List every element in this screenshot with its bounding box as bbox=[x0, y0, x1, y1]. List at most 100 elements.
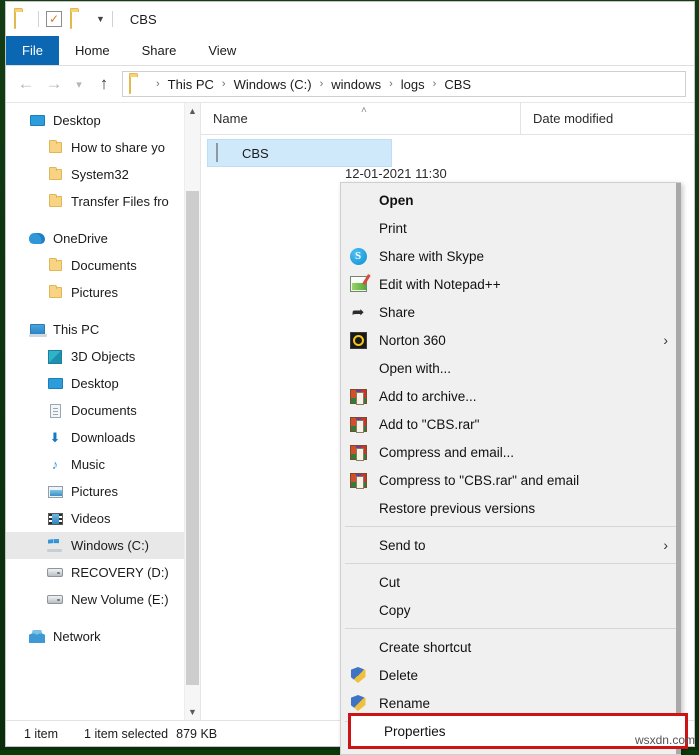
menu-item-compress-to-cbs-rar-and-email[interactable]: Compress to "CBS.rar" and email bbox=[341, 466, 680, 494]
tab-view[interactable]: View bbox=[192, 36, 252, 65]
sidebar-item-3d-objects[interactable]: 3D Objects bbox=[6, 343, 200, 370]
menu-item-restore-previous-versions[interactable]: Restore previous versions bbox=[341, 494, 680, 522]
menu-item-open-with[interactable]: Open with... bbox=[341, 354, 680, 382]
breadcrumb-windows-c[interactable]: Windows (C:) bbox=[232, 77, 314, 92]
sidebar-item-transfer-files[interactable]: Transfer Files fro bbox=[6, 188, 200, 215]
submenu-chevron-right-icon: › bbox=[663, 332, 668, 348]
pictures-icon bbox=[46, 483, 64, 501]
back-arrow-icon[interactable]: ← bbox=[12, 70, 40, 98]
menu-item-label: Send to bbox=[379, 537, 426, 553]
tab-home[interactable]: Home bbox=[59, 36, 126, 65]
sidebar-item-onedrive-documents[interactable]: Documents bbox=[6, 252, 200, 279]
sidebar-item-label: This PC bbox=[53, 322, 100, 337]
quick-access-chevron-down-icon[interactable]: ▼ bbox=[96, 14, 105, 24]
status-size: 879 KB bbox=[176, 726, 218, 741]
status-selection: 1 item selected bbox=[84, 726, 169, 741]
sidebar-item-desktop[interactable]: Desktop bbox=[6, 107, 200, 134]
sidebar-item-music[interactable]: ♪ Music bbox=[6, 451, 200, 478]
menu-item-copy[interactable]: Copy bbox=[341, 596, 680, 624]
sidebar-item-downloads[interactable]: ⬇ Downloads bbox=[6, 424, 200, 451]
sidebar-item-this-pc[interactable]: This PC bbox=[6, 316, 200, 343]
sidebar-item-desktop-pc[interactable]: Desktop bbox=[6, 370, 200, 397]
menu-item-open[interactable]: Open bbox=[341, 186, 680, 214]
tab-file[interactable]: File bbox=[6, 36, 59, 65]
sidebar-item-pictures[interactable]: Pictures bbox=[6, 478, 200, 505]
menu-item-delete[interactable]: Delete bbox=[341, 661, 680, 689]
sidebar-item-label: Windows (C:) bbox=[71, 538, 150, 553]
column-header-date-modified[interactable]: Date modified bbox=[521, 103, 613, 134]
folder-icon bbox=[46, 139, 64, 157]
cut-icon bbox=[347, 572, 369, 592]
music-icon: ♪ bbox=[51, 457, 59, 472]
column-header-date-label: Date modified bbox=[533, 111, 614, 126]
create-shortcut-icon bbox=[347, 637, 369, 657]
menu-item-add-to-cbs-rar[interactable]: Add to "CBS.rar" bbox=[341, 410, 680, 438]
sidebar-item-label: Downloads bbox=[71, 430, 136, 445]
breadcrumb-separator: › bbox=[432, 78, 437, 90]
sidebar-item-onedrive[interactable]: OneDrive bbox=[6, 225, 200, 252]
menu-item-share-with-skype[interactable]: S Share with Skype bbox=[341, 242, 680, 270]
winrar-icon bbox=[347, 386, 369, 406]
sidebar-item-new-volume-e[interactable]: New Volume (E:) bbox=[6, 586, 200, 613]
table-row[interactable]: CBS bbox=[207, 139, 392, 167]
quick-access-divider bbox=[38, 11, 39, 27]
menu-item-label: Copy bbox=[379, 602, 411, 618]
sidebar-item-network[interactable]: Network bbox=[6, 623, 200, 650]
open-with-icon bbox=[347, 358, 369, 378]
recent-locations-chevron-down-icon[interactable]: ▾ bbox=[68, 70, 90, 98]
breadcrumb-logs[interactable]: logs bbox=[399, 77, 427, 92]
menu-item-share[interactable]: ➦ Share bbox=[341, 298, 680, 326]
menu-item-create-shortcut[interactable]: Create shortcut bbox=[341, 633, 680, 661]
menu-item-cut[interactable]: Cut bbox=[341, 568, 680, 596]
winrar-icon bbox=[347, 470, 369, 490]
windows-drive-icon bbox=[46, 537, 64, 555]
breadcrumb-windows[interactable]: windows bbox=[329, 77, 383, 92]
scrollbar-thumb[interactable] bbox=[186, 191, 199, 685]
sidebar-item-label: Documents bbox=[71, 258, 137, 273]
address-bar[interactable]: › This PC › Windows (C:) › windows › log… bbox=[122, 71, 686, 97]
menu-item-label: Open with... bbox=[379, 360, 452, 376]
quick-access-checkbox-icon[interactable]: ✓ bbox=[46, 11, 62, 27]
up-arrow-icon[interactable]: ↑ bbox=[90, 70, 118, 98]
column-header-name[interactable]: Name ˄ bbox=[201, 103, 521, 134]
copy-icon bbox=[347, 600, 369, 620]
scroll-up-icon[interactable]: ▲ bbox=[185, 103, 200, 119]
quick-access-properties-folder-icon[interactable] bbox=[70, 9, 87, 29]
breadcrumb-this-pc[interactable]: This PC bbox=[166, 77, 216, 92]
navigation-pane-scrollbar[interactable]: ▲ ▼ bbox=[184, 103, 200, 720]
menu-item-label: Add to archive... bbox=[379, 388, 477, 404]
menu-item-label: Create shortcut bbox=[379, 639, 472, 655]
menu-item-send-to[interactable]: Send to › bbox=[341, 531, 680, 559]
menu-separator bbox=[345, 628, 676, 629]
navigation-tree: Desktop How to share yo System32 Transfe… bbox=[6, 103, 200, 650]
folder-icon bbox=[46, 284, 64, 302]
column-header-row: Name ˄ Date modified bbox=[201, 103, 694, 135]
norton-icon bbox=[347, 330, 369, 350]
menu-item-add-to-archive[interactable]: Add to archive... bbox=[341, 382, 680, 410]
menu-item-compress-and-email[interactable]: Compress and email... bbox=[341, 438, 680, 466]
menu-item-edit-with-notepadpp[interactable]: Edit with Notepad++ bbox=[341, 270, 680, 298]
forward-arrow-icon[interactable]: → bbox=[40, 70, 68, 98]
menu-item-print[interactable]: Print bbox=[341, 214, 680, 242]
menu-item-norton-360[interactable]: Norton 360 › bbox=[341, 326, 680, 354]
file-name: CBS bbox=[242, 145, 269, 161]
sidebar-item-videos[interactable]: Videos bbox=[6, 505, 200, 532]
rename-shield-folder-icon bbox=[347, 693, 369, 713]
sidebar-item-windows-c[interactable]: Windows (C:) bbox=[6, 532, 200, 559]
breadcrumb-cbs[interactable]: CBS bbox=[442, 77, 473, 92]
open-icon bbox=[347, 190, 369, 210]
quick-access-folder-icon[interactable] bbox=[14, 9, 31, 29]
scroll-down-icon[interactable]: ▼ bbox=[185, 704, 200, 720]
sidebar-item-how-to-share[interactable]: How to share yo bbox=[6, 134, 200, 161]
folder-icon bbox=[46, 166, 64, 184]
sidebar-item-recovery-d[interactable]: RECOVERY (D:) bbox=[6, 559, 200, 586]
window-title: CBS bbox=[129, 11, 157, 27]
sidebar-item-system32[interactable]: System32 bbox=[6, 161, 200, 188]
sidebar-item-documents[interactable]: Documents bbox=[6, 397, 200, 424]
tab-share[interactable]: Share bbox=[126, 36, 193, 65]
sidebar-item-onedrive-pictures[interactable]: Pictures bbox=[6, 279, 200, 306]
menu-item-label: Restore previous versions bbox=[379, 500, 536, 516]
